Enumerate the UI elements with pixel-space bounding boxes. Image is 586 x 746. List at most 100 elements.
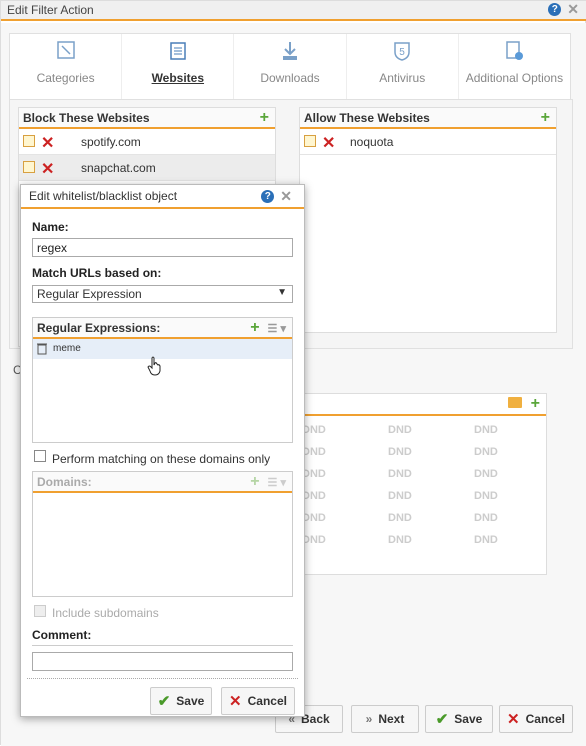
categories-icon (56, 41, 75, 59)
website-label: noquota (350, 135, 394, 149)
dialog-close-icon[interactable]: ✕ (280, 189, 292, 203)
list-options-icon[interactable]: ☰ ▾ (268, 322, 286, 335)
hand-cursor-icon (147, 356, 161, 376)
dnd-cell: DND (388, 512, 412, 524)
dnd-cell: DND (388, 424, 412, 436)
back-label: Back (301, 712, 330, 726)
dropdown-arrow-icon: ▼ (277, 287, 287, 298)
dialog-cancel-button[interactable]: ✕ Cancel (221, 687, 295, 715)
regex-header: Regular Expressions: + ☰ ▾ (33, 318, 292, 339)
websites-icon (170, 42, 186, 60)
tab-label: Categories (36, 71, 95, 85)
domains-header: Domains: + ☰ ▾ (33, 472, 292, 493)
dialog-help-icon[interactable]: ? (261, 190, 275, 203)
close-icon[interactable]: ✕ (567, 2, 579, 16)
dnd-cell: DND (302, 490, 326, 502)
dnd-panel: + DND DND DND DND DND DND DND DND DND DN… (297, 393, 547, 575)
match-select[interactable]: Regular Expression ▼ (32, 285, 293, 303)
dnd-cell: DND (474, 424, 498, 436)
divider (32, 645, 293, 646)
check-icon: ✔ (435, 711, 449, 728)
trash-icon[interactable] (37, 342, 47, 355)
dnd-cell: DND (302, 512, 326, 524)
tab-label: Antivirus (379, 71, 426, 85)
add-domain-icon: + (250, 473, 260, 490)
tab-additional-options[interactable]: Additional Options (459, 34, 570, 106)
tab-websites[interactable]: Websites (122, 34, 235, 106)
help-icon[interactable]: ? (548, 3, 562, 16)
dnd-cell: DND (474, 446, 498, 458)
dialog-header: Edit whitelist/blacklist object ? ✕ (21, 185, 304, 209)
dnd-cell: DND (388, 468, 412, 480)
dnd-cell: DND (302, 446, 326, 458)
tab-label: Additional Options (465, 71, 564, 85)
add-allow-website-icon[interactable]: + (541, 109, 550, 127)
add-block-website-icon[interactable]: + (260, 109, 269, 127)
svg-text:5: 5 (399, 47, 405, 58)
match-value: Regular Expression (37, 287, 142, 301)
cancel-label: Cancel (247, 694, 287, 708)
name-input[interactable] (32, 238, 293, 257)
save-label: Save (176, 694, 205, 708)
check-icon: ✔ (157, 693, 171, 710)
title-bar: Edit Filter Action ? ✕ (1, 1, 586, 21)
allow-websites-header: Allow These Websites + (300, 108, 556, 129)
domains-title: Domains: (37, 475, 92, 489)
downloads-icon (283, 42, 297, 60)
edit-icon[interactable] (23, 161, 35, 173)
regex-title: Regular Expressions: (37, 321, 161, 335)
next-button[interactable]: » Next (351, 705, 419, 733)
dnd-cell: DND (474, 534, 498, 546)
tab-label: Websites (151, 71, 205, 85)
folder-icon[interactable] (508, 397, 522, 408)
website-label: snapchat.com (81, 161, 156, 175)
dnd-cell: DND (302, 534, 326, 546)
dnd-cell: DND (474, 512, 498, 524)
edit-object-dialog: Edit whitelist/blacklist object ? ✕ Name… (20, 184, 305, 717)
tab-label: Downloads (260, 71, 320, 85)
next-label: Next (378, 712, 405, 726)
domain-list-options-icon: ☰ ▾ (267, 476, 286, 489)
delete-icon[interactable]: ✕ (41, 157, 54, 183)
edit-icon[interactable] (304, 135, 316, 147)
edit-icon[interactable] (23, 135, 35, 147)
list-item[interactable]: ✕ noquota (300, 129, 556, 155)
dnd-cell: DND (302, 424, 326, 436)
cancel-label: Cancel (525, 712, 565, 726)
delete-icon[interactable]: ✕ (322, 131, 335, 157)
regex-value: meme (53, 343, 81, 354)
tab-antivirus[interactable]: 5 Antivirus (347, 34, 459, 106)
cancel-button[interactable]: ✕ Cancel (499, 705, 573, 733)
block-websites-header: Block These Websites + (19, 108, 275, 129)
website-label: spotify.com (81, 135, 141, 149)
dnd-header: + (298, 394, 546, 416)
domains-only-checkbox[interactable] (34, 450, 46, 462)
tab-categories[interactable]: Categories (10, 34, 123, 106)
dialog-title: Edit whitelist/blacklist object (29, 189, 178, 203)
dnd-cell: DND (388, 490, 412, 502)
allow-websites-title: Allow These Websites (304, 111, 430, 125)
list-item[interactable]: ✕ snapchat.com (19, 155, 275, 181)
window-title: Edit Filter Action (7, 3, 94, 17)
domains-panel: Domains: + ☰ ▾ (32, 471, 293, 597)
block-websites-title: Block These Websites (23, 111, 150, 125)
include-subdomains-checkbox (34, 605, 46, 617)
dnd-cell: DND (474, 490, 498, 502)
add-regex-icon[interactable]: + (250, 319, 259, 337)
tab-downloads[interactable]: Downloads (234, 34, 347, 106)
add-dnd-icon[interactable]: + (531, 395, 540, 413)
antivirus-icon: 5 (394, 42, 410, 61)
save-button[interactable]: ✔ Save (425, 705, 493, 733)
cancel-x-icon: ✕ (507, 711, 520, 728)
dnd-cell: DND (388, 534, 412, 546)
dialog-save-button[interactable]: ✔ Save (150, 687, 212, 715)
dnd-cell: DND (388, 446, 412, 458)
comment-label: Comment: (32, 628, 92, 642)
tab-bar: Categories Websites Downloads 5 Antiviru… (9, 33, 571, 107)
list-item[interactable]: ✕ spotify.com (19, 129, 275, 155)
next-arrow-icon: » (365, 712, 373, 726)
domains-only-label: Perform matching on these domains only (52, 452, 271, 466)
delete-icon[interactable]: ✕ (41, 131, 54, 157)
comment-input[interactable] (32, 652, 293, 671)
dnd-cell: DND (474, 468, 498, 480)
